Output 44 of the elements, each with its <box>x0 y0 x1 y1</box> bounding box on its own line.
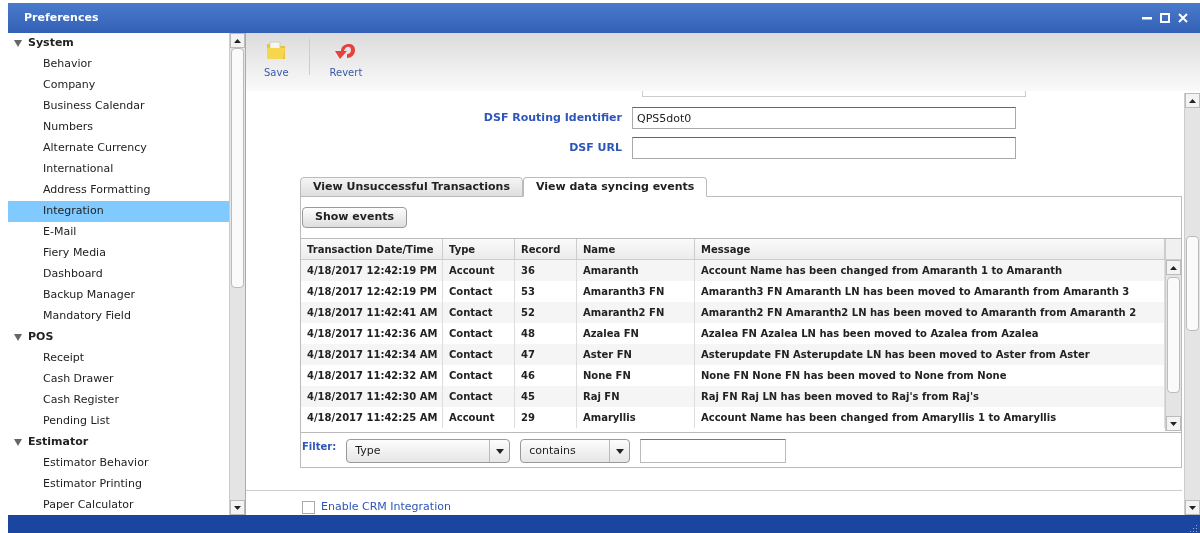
sidebar-item[interactable]: Cash Register <box>8 390 229 411</box>
sidebar-group[interactable]: Estimator <box>28 434 89 451</box>
sidebar-group[interactable]: System <box>28 35 74 52</box>
column-header[interactable]: Transaction Date/Time <box>301 239 443 259</box>
sidebar-item[interactable]: Alternate Currency <box>8 138 229 159</box>
sidebar-item[interactable]: Behavior <box>8 54 229 75</box>
checkbox-label[interactable]: Enable CRM Integration <box>321 499 451 515</box>
column-header[interactable]: Record <box>515 239 577 259</box>
column-header[interactable]: Name <box>577 239 695 259</box>
sidebar-item[interactable]: Dashboard <box>8 264 229 285</box>
sidebar-item[interactable]: Paper Calculator <box>8 495 229 515</box>
sidebar-item[interactable]: Backup Manager <box>8 285 229 306</box>
save-button[interactable]: Save <box>256 39 297 80</box>
text-field[interactable]: QPS5dot0 <box>632 107 1016 129</box>
filter-operator-dropdown[interactable]: contains <box>520 439 631 463</box>
filter-field-dropdown[interactable]: Type <box>346 439 511 463</box>
sidebar-item[interactable]: Receipt <box>8 348 229 369</box>
sidebar-group[interactable]: POS <box>28 329 54 346</box>
table-cell: 29 <box>515 407 577 428</box>
field-label: DSF URL <box>568 139 623 156</box>
sidebar-item[interactable]: International <box>8 159 229 180</box>
revert-button[interactable]: Revert <box>321 39 371 80</box>
sidebar-item[interactable]: Business Calendar <box>8 96 229 117</box>
table-cell: 4/18/2017 11:42:25 AM <box>301 407 443 428</box>
sidebar-item[interactable]: Numbers <box>8 117 229 138</box>
sidebar-item[interactable]: Pending List <box>8 411 229 432</box>
sidebar-item[interactable]: Estimator Printing <box>8 474 229 495</box>
sidebar-item[interactable]: E-Mail <box>8 222 229 243</box>
table-cell: Account <box>443 407 515 428</box>
tab[interactable]: View data syncing events <box>522 177 708 197</box>
field-label: DSF Routing Identifier <box>482 109 623 126</box>
sidebar-item[interactable]: Cash Drawer <box>8 369 229 390</box>
show-events-button[interactable]: Show events <box>302 207 408 228</box>
window-title: Preferences <box>24 9 99 26</box>
sidebar-item[interactable]: Address Formatting <box>8 180 229 201</box>
sidebar-item[interactable]: Integration <box>8 201 229 222</box>
tab[interactable]: View Unsuccessful Transactions <box>300 177 523 197</box>
table-cell: Amaryllis <box>577 407 695 428</box>
sidebar-item[interactable]: Fiery Media <box>8 243 229 264</box>
sidebar-item[interactable]: Estimator Behavior <box>8 453 229 474</box>
sidebar-item[interactable]: Mandatory Field <box>8 306 229 327</box>
sidebar-item[interactable]: Company <box>8 75 229 96</box>
column-header[interactable]: Type <box>443 239 515 259</box>
filter-label: Filter: <box>302 440 337 454</box>
